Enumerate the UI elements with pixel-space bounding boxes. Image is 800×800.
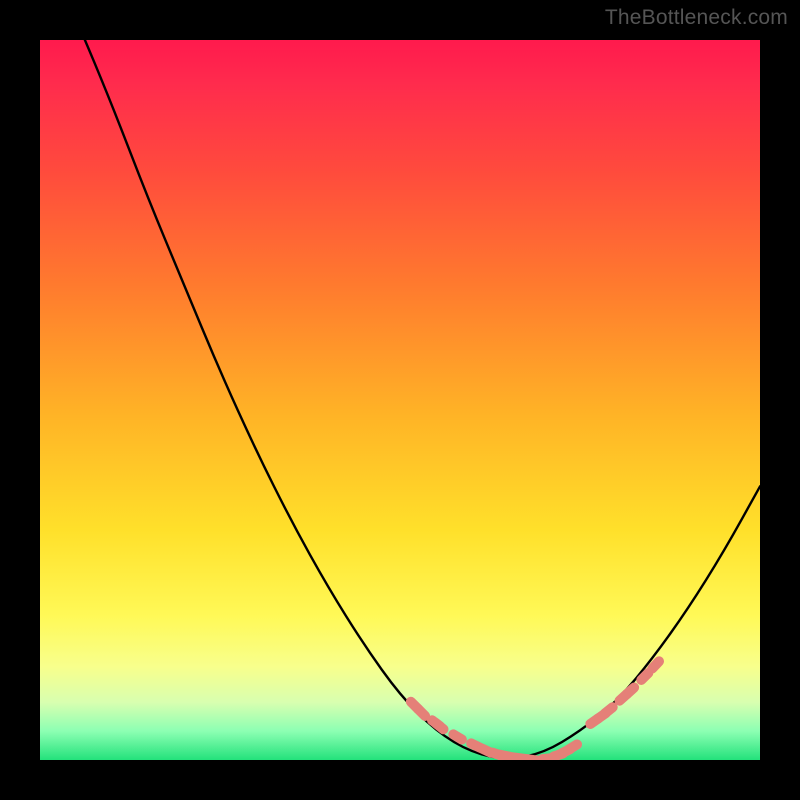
plot-background-gradient [40, 40, 760, 760]
chart-frame: TheBottleneck.com [0, 0, 800, 800]
watermark-text: TheBottleneck.com [605, 6, 788, 30]
